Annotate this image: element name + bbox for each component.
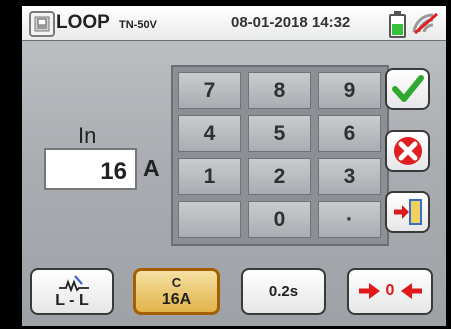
key-4[interactable]: 4 xyxy=(178,115,241,152)
mode-ll-label: L - L xyxy=(55,292,89,309)
x-icon xyxy=(394,137,422,165)
home-icon xyxy=(34,16,50,32)
page-title: LOOP xyxy=(56,12,110,33)
exit-button[interactable] xyxy=(385,191,430,233)
key-3[interactable]: 3 xyxy=(318,158,381,195)
home-button[interactable] xyxy=(29,11,55,37)
key-decimal-point[interactable]: · xyxy=(318,201,381,238)
confirm-button[interactable] xyxy=(385,68,430,110)
mode-ll-button[interactable]: L - L xyxy=(30,268,114,315)
trip-time-button[interactable]: 0.2s xyxy=(241,268,326,315)
page-subtitle: TN-50V xyxy=(119,19,157,31)
key-6[interactable]: 6 xyxy=(318,115,381,152)
curve-type-label: C xyxy=(171,275,182,290)
key-1[interactable]: 1 xyxy=(178,158,241,195)
arrow-left-icon xyxy=(401,283,422,299)
resistance-probe-icon xyxy=(59,275,89,292)
datetime-display: 08-01-2018 14:32 xyxy=(231,14,351,31)
screen: LOOP TN-50V 08-01-2018 14:32 In 16 A 7 8… xyxy=(22,6,446,326)
key-0[interactable]: 0 xyxy=(248,201,311,238)
key-9[interactable]: 9 xyxy=(318,72,381,109)
parameter-value-field[interactable]: 16 xyxy=(44,148,137,190)
battery-icon xyxy=(389,11,406,38)
parameter-label: In xyxy=(78,123,97,148)
key-8[interactable]: 8 xyxy=(248,72,311,109)
check-icon xyxy=(392,75,424,102)
zero-calibration-button[interactable]: 0 xyxy=(347,268,433,315)
header-bar: LOOP TN-50V 08-01-2018 14:32 xyxy=(22,6,446,41)
cancel-button[interactable] xyxy=(385,130,430,172)
key-2[interactable]: 2 xyxy=(248,158,311,195)
key-7[interactable]: 7 xyxy=(178,72,241,109)
key-5[interactable]: 5 xyxy=(248,115,311,152)
parameter-unit: A xyxy=(143,155,160,181)
parameter-value: 16 xyxy=(100,158,127,185)
exit-door-icon xyxy=(394,199,422,225)
no-signal-icon xyxy=(412,12,438,35)
trip-time-label: 0.2s xyxy=(268,283,299,300)
curve-current-value: 16A xyxy=(161,291,192,308)
numeric-keypad: 7 8 9 4 5 6 1 2 3 0 · xyxy=(171,65,389,246)
key-blank[interactable] xyxy=(178,201,241,238)
curve-current-button[interactable]: C 16A xyxy=(133,268,220,315)
